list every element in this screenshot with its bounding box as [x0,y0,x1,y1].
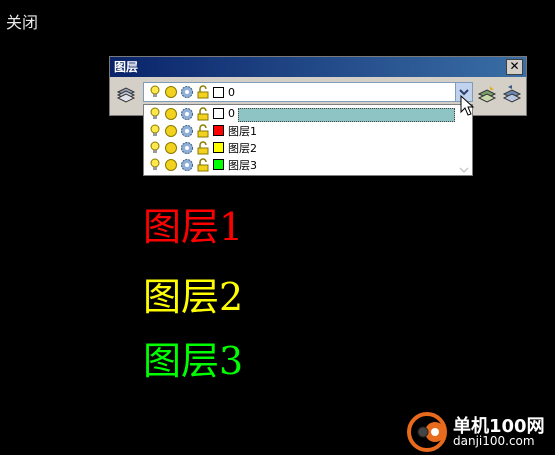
list-item[interactable]: 图层1 [144,122,472,139]
watermark-url: danji100.com [453,434,535,448]
sun-icon[interactable] [164,107,178,121]
sun-icon[interactable] [164,158,178,172]
bulb-icon [150,85,160,97]
watermark-logo-icon [407,412,447,452]
bulb-icon[interactable] [148,124,162,138]
layer-color-swatch [213,86,224,98]
layer-name: 0 [228,107,235,120]
current-layer-name: 0 [228,85,235,99]
canvas-text-layer1: 图层1 [143,205,244,249]
lock-icon[interactable] [196,140,210,155]
gear-icon[interactable] [180,107,194,121]
layer-color-swatch[interactable] [213,108,224,119]
layer-previous-icon[interactable] [502,84,522,104]
gear-icon [181,86,193,98]
layer-color-swatch[interactable] [213,142,224,153]
toolbar-close-button[interactable]: ✕ [506,59,523,75]
canvas-text-layer3: 图层3 [143,339,244,383]
make-current-layer-icon[interactable] [477,84,497,104]
bulb-icon[interactable] [148,141,162,155]
toolbar-title: 图层 [114,60,139,74]
selection-highlight [238,108,455,122]
gear-icon[interactable] [180,158,194,172]
layer-name: 图层2 [228,141,257,155]
layer-name: 图层1 [228,124,257,138]
list-item[interactable]: 图层2 [144,139,472,156]
close-label[interactable]: 关闭 [6,9,38,33]
lock-icon [197,85,209,99]
list-item[interactable]: 0 [144,105,472,122]
layer-color-swatch[interactable] [213,159,224,170]
layer-dropdown-list: 0 图层1 图层2 图层3 [143,104,473,176]
bulb-icon[interactable] [148,107,162,121]
layer-color-swatch[interactable] [213,125,224,136]
gear-icon[interactable] [180,124,194,138]
gear-icon[interactable] [180,141,194,155]
lock-icon[interactable] [196,157,210,172]
lock-icon[interactable] [196,123,210,138]
watermark: 单机100网 danji100.com [405,410,553,454]
cursor-icon [460,95,475,116]
combo-current-row: 0 [144,83,472,101]
layer-combo[interactable]: 0 [143,82,473,102]
sun-icon[interactable] [164,141,178,155]
canvas-text-layer2: 图层2 [143,275,244,319]
toolbar-titlebar[interactable]: 图层 ✕ [110,57,526,77]
sun-icon[interactable] [164,124,178,138]
sun-icon [165,86,177,98]
layer-name: 图层3 [228,158,257,172]
lock-icon[interactable] [196,106,210,121]
list-item[interactable]: 图层3 [144,156,472,173]
layer-manager-icon[interactable] [116,84,136,104]
bulb-icon[interactable] [148,158,162,172]
